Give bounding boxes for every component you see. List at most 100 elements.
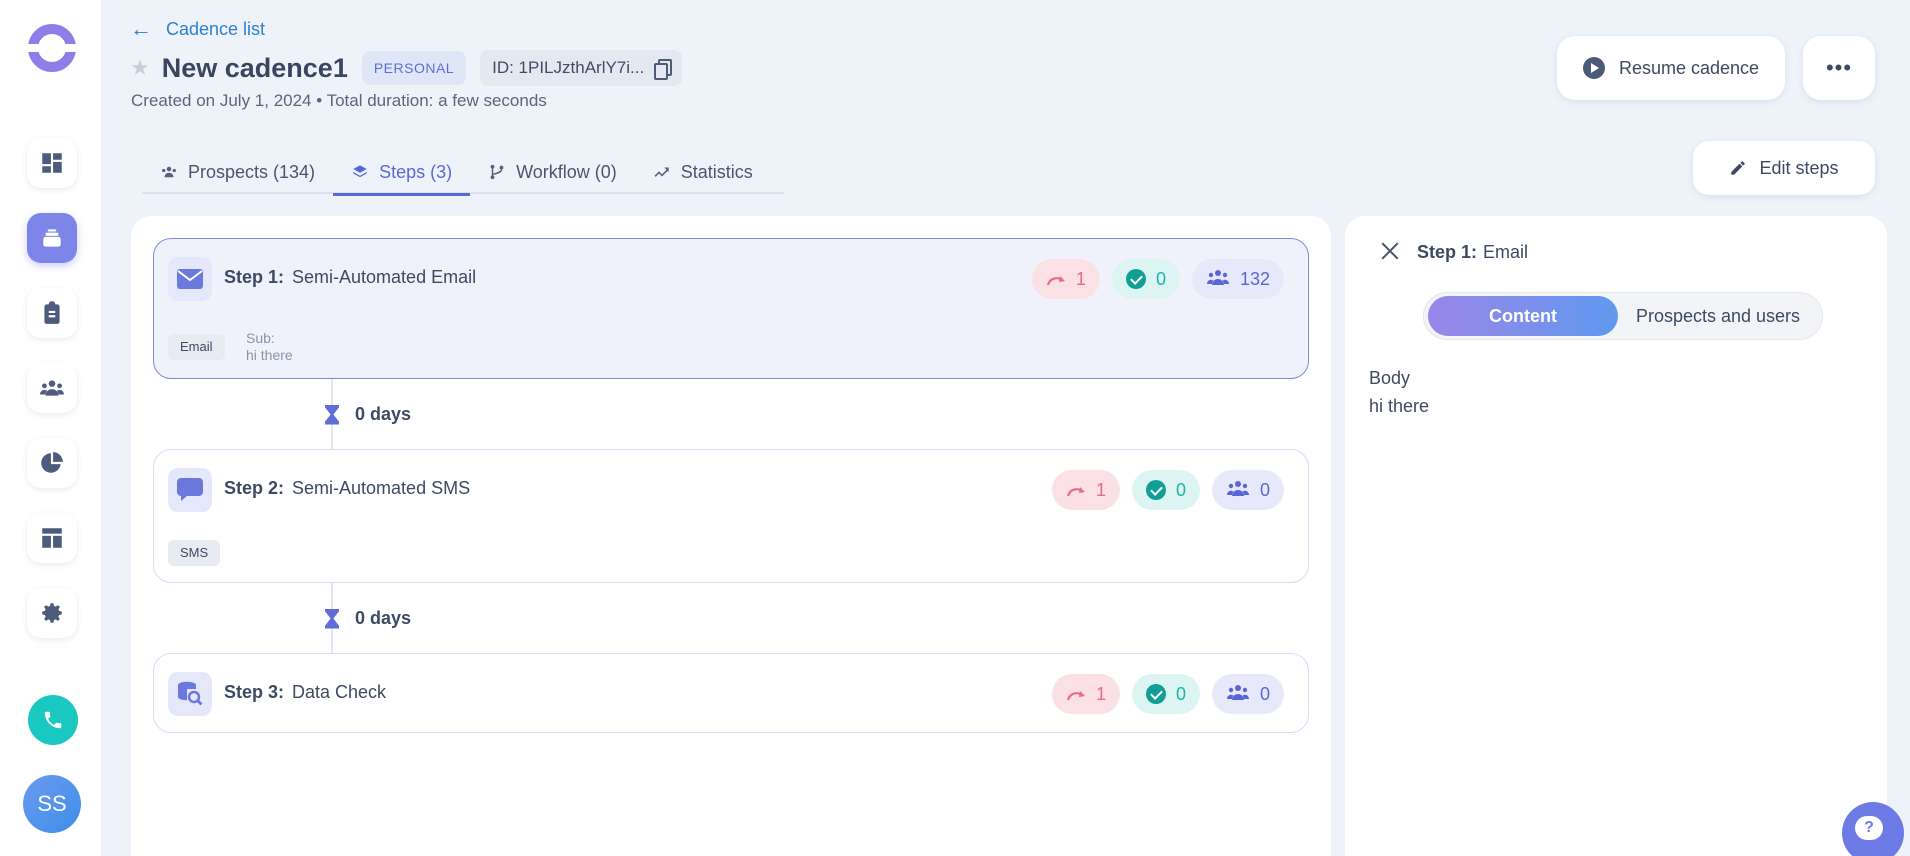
prospects-count-pill: 132 (1191, 259, 1284, 299)
clipboard-icon (44, 301, 60, 324)
step-prefix: Step 3: (224, 682, 285, 702)
people-icon (162, 166, 176, 178)
phone-dialer-button[interactable] (28, 695, 78, 745)
check-circle-icon (1125, 269, 1146, 289)
delay-label: 0 days (355, 608, 412, 628)
people-icon (1226, 478, 1250, 503)
skipped-count: 1 (1095, 479, 1106, 500)
reports-nav-button[interactable] (27, 438, 77, 488)
more-options-button[interactable]: ••• (1803, 36, 1875, 100)
skipped-count-pill: 1 (1031, 259, 1100, 299)
hourglass-icon (325, 608, 339, 629)
cadences-nav-button[interactable] (27, 213, 77, 263)
check-circle-icon (1145, 684, 1166, 704)
tab-statistics[interactable]: Statistics (635, 150, 771, 194)
people-nav-button[interactable] (27, 363, 77, 413)
tab-prospects[interactable]: Prospects (134) (142, 150, 333, 194)
completed-count-pill: 0 (1131, 674, 1200, 714)
completed-count-pill: 0 (1111, 259, 1180, 299)
skipped-count: 1 (1095, 683, 1106, 704)
people-icon (1226, 682, 1250, 707)
phone-icon (44, 711, 62, 729)
detail-step-prefix: Step 1: (1417, 242, 1478, 262)
title-row: ★ New cadence1 PERSONAL ID: 1PILJzthArlY… (130, 50, 683, 86)
back-to-cadence-list-link[interactable]: ← Cadence list (130, 16, 265, 42)
step-type-badge (168, 468, 212, 512)
user-avatar[interactable]: SS (23, 775, 81, 833)
arrow-left-icon: ← (130, 16, 152, 41)
body-text: hi there (1369, 396, 1430, 416)
chat-bubble-icon (177, 478, 203, 501)
tab-steps[interactable]: Steps (3) (333, 150, 471, 196)
app-logo[interactable] (26, 24, 78, 72)
people-icon (1206, 267, 1230, 292)
skipped-count: 1 (1075, 268, 1086, 289)
step-prefix: Step 2: (224, 478, 285, 498)
step-card-1[interactable]: Step 1: Semi-Automated Email 1 0 132 Emai… (153, 238, 1309, 379)
cadence-id-chip[interactable]: ID: 1PILJzthArlY7i... (480, 50, 683, 86)
step-delay-1: 0 days (325, 404, 411, 425)
step-title: Step 1: Semi-Automated Email (224, 267, 476, 288)
layers-icon (43, 229, 61, 247)
subject-value: hi there (246, 347, 293, 363)
detail-title: Step 1: Email (1417, 242, 1528, 263)
tab-workflow[interactable]: Workflow (0) (470, 150, 635, 194)
skipped-count-pill: 1 (1051, 674, 1120, 714)
gear-icon (42, 603, 62, 623)
database-search-icon (178, 681, 203, 706)
step-type-badge (168, 672, 212, 716)
layout-icon (42, 528, 62, 548)
edit-steps-button[interactable]: Edit steps (1693, 141, 1875, 195)
settings-nav-button[interactable] (27, 588, 77, 638)
dashboard-icon (42, 153, 62, 173)
completed-count: 0 (1155, 268, 1166, 289)
detail-segmented-control: Content Prospects and users (1423, 292, 1823, 340)
prospects-count-pill: 0 (1211, 470, 1284, 510)
step-type-badge (168, 257, 212, 301)
prospects-count: 0 (1259, 479, 1270, 500)
cadence-tabs: Prospects (134) Steps (3) Workflow (0) S… (142, 150, 784, 196)
completed-count: 0 (1175, 479, 1186, 500)
resume-cadence-button[interactable]: Resume cadence (1557, 36, 1785, 100)
step-type-tag: SMS (168, 540, 221, 566)
dashboard-nav-button[interactable] (27, 138, 77, 188)
skip-arrow-icon (1066, 687, 1086, 701)
edit-steps-label: Edit steps (1759, 157, 1839, 178)
pencil-icon (1731, 161, 1746, 175)
step-card-3[interactable]: Step 3: Data Check 1 0 0 (153, 653, 1309, 733)
prospects-count: 132 (1239, 268, 1270, 289)
step-detail-panel: Step 1: Email Content Prospects and users… (1345, 216, 1887, 856)
templates-nav-button[interactable] (27, 513, 77, 563)
sidebar: SS (0, 0, 102, 856)
tasks-nav-button[interactable] (27, 288, 77, 338)
help-chat-button[interactable]: ? (1842, 802, 1904, 856)
personal-badge: PERSONAL (361, 51, 467, 85)
layers-icon (353, 165, 367, 178)
skip-arrow-icon (1046, 272, 1066, 286)
cadence-meta-text: Created on July 1, 2024 • Total duration… (131, 91, 547, 110)
step-stats: 1 0 0 (1051, 470, 1284, 510)
prospects-count: 0 (1259, 683, 1270, 704)
star-icon[interactable]: ★ (130, 55, 150, 81)
step-name: Semi-Automated SMS (292, 478, 471, 498)
detail-step-name: Email (1483, 242, 1529, 262)
branch-icon (490, 164, 504, 180)
step-card-2[interactable]: Step 2: Semi-Automated SMS 1 0 0 SMS (153, 449, 1309, 583)
tab-label: Prospects (134) (188, 161, 316, 182)
body-label: Body (1369, 368, 1411, 388)
resume-cadence-label: Resume cadence (1618, 57, 1760, 78)
step-name: Data Check (292, 682, 387, 702)
skipped-count-pill: 1 (1051, 470, 1120, 510)
email-subject-preview: Sub: hi there (246, 330, 293, 364)
tab-label: Steps (3) (379, 161, 453, 182)
steps-panel: Step 1: Semi-Automated Email 1 0 132 Emai… (131, 216, 1331, 856)
people-icon (40, 380, 64, 396)
cadence-id-text: ID: 1PILJzthArlY7i... (492, 58, 645, 77)
prospects-and-users-segment[interactable]: Prospects and users (1618, 296, 1818, 336)
page-title: New cadence1 (161, 52, 348, 83)
copy-icon[interactable] (654, 59, 673, 80)
close-icon[interactable] (1381, 242, 1399, 260)
content-segment[interactable]: Content (1428, 296, 1618, 336)
envelope-icon (177, 269, 203, 289)
step-type-tag: Email (168, 334, 225, 360)
